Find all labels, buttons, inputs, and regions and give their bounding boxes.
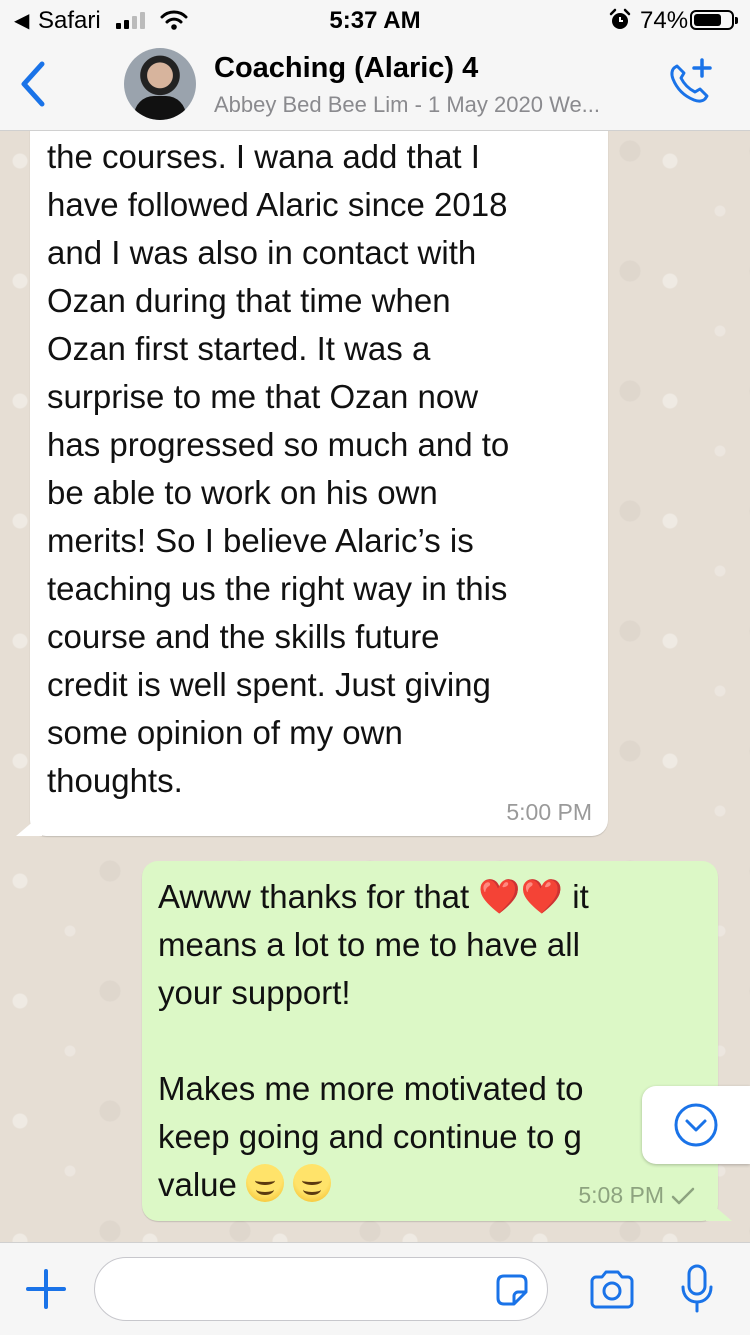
chat-header: Coaching (Alaric) 4 Abbey Bed Bee Lim - … [0,40,750,131]
red-heart-emoji: ❤️ [520,878,564,916]
message-time: 5:08 PM [578,1182,664,1208]
outgoing-message-bubble[interactable]: Awww thanks for that ❤️❤️ it means a lot… [142,861,732,1221]
chat-title[interactable]: Coaching (Alaric) 4 [214,52,478,85]
clock: 5:37 AM [329,7,421,34]
message-text: Awww thanks for that ❤️❤️ it means a lot… [158,873,698,1209]
sticker-icon[interactable] [492,1270,532,1310]
message-text-line1-end: it [563,878,589,915]
chat-area[interactable]: for us to be able to go through the cour… [0,131,750,1242]
message-text-line1: Awww thanks for that [158,878,479,915]
camera-icon[interactable] [588,1269,636,1309]
microphone-icon[interactable] [680,1263,714,1315]
incoming-message-bubble[interactable]: for us to be able to go through the cour… [16,131,608,836]
avatar[interactable] [124,48,196,120]
battery-percent: 74% [640,7,689,34]
message-input[interactable] [94,1257,548,1321]
smiling-face-emoji [293,1164,332,1202]
message-text: for us to be able to go through the cour… [47,138,510,799]
chat-subtitle[interactable]: Abbey Bed Bee Lim - 1 May 2020 We... [214,92,654,118]
alarm-icon [609,8,631,29]
scroll-to-bottom-button[interactable] [642,1086,750,1164]
single-check-icon [671,1187,695,1204]
status-bar: ◀ Safari 5:37 AM 74% [0,0,750,40]
composer-bar [0,1242,750,1335]
battery-icon [690,10,738,30]
message-time: 5:00 PM [506,799,592,825]
red-heart-emoji: ❤️ [478,878,521,916]
message-text-line3: value [158,1166,247,1203]
bubble-tail [706,1199,732,1221]
chevron-down-circle-icon [674,1103,718,1147]
back-chevron-icon[interactable] [14,58,54,110]
add-call-icon[interactable] [664,56,716,108]
message-text-body: means a lot to me to have all your suppo… [158,926,584,1155]
message-meta: 5:08 PM [578,1182,696,1209]
plus-icon[interactable] [24,1267,68,1311]
bubble-tail [16,814,42,836]
smiling-face-emoji [246,1164,285,1202]
